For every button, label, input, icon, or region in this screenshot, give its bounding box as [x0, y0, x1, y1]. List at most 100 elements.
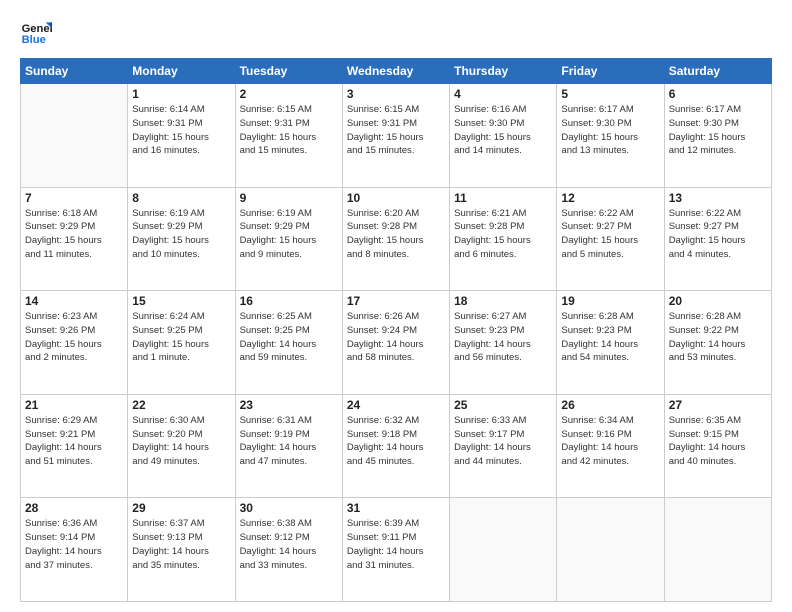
calendar-cell: 8 Sunrise: 6:19 AMSunset: 9:29 PMDaylight… [128, 187, 235, 291]
day-info: Sunrise: 6:15 AMSunset: 9:31 PMDaylight:… [347, 103, 445, 158]
day-number: 13 [669, 191, 767, 205]
day-number: 29 [132, 501, 230, 515]
calendar-cell [21, 84, 128, 188]
calendar-cell: 9 Sunrise: 6:19 AMSunset: 9:29 PMDaylight… [235, 187, 342, 291]
day-info: Sunrise: 6:32 AMSunset: 9:18 PMDaylight:… [347, 414, 445, 469]
day-info: Sunrise: 6:22 AMSunset: 9:27 PMDaylight:… [561, 207, 659, 262]
calendar-cell: 30Sunrise: 6:38 AMSunset: 9:12 PMDayligh… [235, 498, 342, 602]
day-number: 4 [454, 87, 552, 101]
day-number: 26 [561, 398, 659, 412]
day-number: 25 [454, 398, 552, 412]
weekday-header-tuesday: Tuesday [235, 59, 342, 84]
header: General Blue [20, 16, 772, 48]
day-number: 30 [240, 501, 338, 515]
day-info: Sunrise: 6:21 AMSunset: 9:28 PMDaylight:… [454, 207, 552, 262]
calendar-cell: 22 Sunrise: 6:30 AMSunset: 9:20 PMDayligh… [128, 394, 235, 498]
calendar-cell: 26 Sunrise: 6:34 AMSunset: 9:16 PMDayligh… [557, 394, 664, 498]
calendar-cell: 7 Sunrise: 6:18 AMSunset: 9:29 PMDaylight… [21, 187, 128, 291]
day-info: Sunrise: 6:33 AMSunset: 9:17 PMDaylight:… [454, 414, 552, 469]
day-info: Sunrise: 6:14 AMSunset: 9:31 PMDaylight:… [132, 103, 230, 158]
day-info: Sunrise: 6:35 AMSunset: 9:15 PMDaylight:… [669, 414, 767, 469]
calendar-cell: 19Sunrise: 6:28 AMSunset: 9:23 PMDayligh… [557, 291, 664, 395]
calendar-cell [664, 498, 771, 602]
calendar-cell: 27Sunrise: 6:35 AMSunset: 9:15 PMDayligh… [664, 394, 771, 498]
calendar-cell [450, 498, 557, 602]
day-info: Sunrise: 6:28 AMSunset: 9:23 PMDaylight:… [561, 310, 659, 365]
day-info: Sunrise: 6:26 AMSunset: 9:24 PMDaylight:… [347, 310, 445, 365]
day-number: 11 [454, 191, 552, 205]
day-info: Sunrise: 6:28 AMSunset: 9:22 PMDaylight:… [669, 310, 767, 365]
calendar-cell: 1 Sunrise: 6:14 AMSunset: 9:31 PMDaylight… [128, 84, 235, 188]
day-number: 21 [25, 398, 123, 412]
svg-text:General: General [22, 23, 52, 35]
day-number: 18 [454, 294, 552, 308]
calendar-cell: 13 Sunrise: 6:22 AMSunset: 9:27 PMDayligh… [664, 187, 771, 291]
logo-icon: General Blue [20, 16, 52, 48]
calendar-cell: 25 Sunrise: 6:33 AMSunset: 9:17 PMDayligh… [450, 394, 557, 498]
calendar-week-4: 28 Sunrise: 6:36 AMSunset: 9:14 PMDayligh… [21, 498, 772, 602]
day-info: Sunrise: 6:27 AMSunset: 9:23 PMDaylight:… [454, 310, 552, 365]
weekday-header-sunday: Sunday [21, 59, 128, 84]
day-number: 20 [669, 294, 767, 308]
day-number: 2 [240, 87, 338, 101]
page: General Blue SundayMondayTuesdayWednesda… [0, 0, 792, 612]
calendar-cell: 21 Sunrise: 6:29 AMSunset: 9:21 PMDayligh… [21, 394, 128, 498]
calendar-cell: 18 Sunrise: 6:27 AMSunset: 9:23 PMDayligh… [450, 291, 557, 395]
calendar-week-1: 7 Sunrise: 6:18 AMSunset: 9:29 PMDaylight… [21, 187, 772, 291]
calendar-table: SundayMondayTuesdayWednesdayThursdayFrid… [20, 58, 772, 602]
day-number: 10 [347, 191, 445, 205]
day-number: 22 [132, 398, 230, 412]
calendar-cell: 29 Sunrise: 6:37 AMSunset: 9:13 PMDayligh… [128, 498, 235, 602]
calendar-cell: 14Sunrise: 6:23 AMSunset: 9:26 PMDayligh… [21, 291, 128, 395]
weekday-header-thursday: Thursday [450, 59, 557, 84]
day-number: 24 [347, 398, 445, 412]
day-number: 9 [240, 191, 338, 205]
day-number: 16 [240, 294, 338, 308]
weekday-header-row: SundayMondayTuesdayWednesdayThursdayFrid… [21, 59, 772, 84]
calendar-cell: 31 Sunrise: 6:39 AMSunset: 9:11 PMDayligh… [342, 498, 449, 602]
day-number: 8 [132, 191, 230, 205]
day-info: Sunrise: 6:22 AMSunset: 9:27 PMDaylight:… [669, 207, 767, 262]
day-info: Sunrise: 6:34 AMSunset: 9:16 PMDaylight:… [561, 414, 659, 469]
calendar-cell: 16Sunrise: 6:25 AMSunset: 9:25 PMDayligh… [235, 291, 342, 395]
logo: General Blue [20, 16, 56, 48]
day-number: 23 [240, 398, 338, 412]
day-number: 31 [347, 501, 445, 515]
day-info: Sunrise: 6:39 AMSunset: 9:11 PMDaylight:… [347, 517, 445, 572]
svg-text:Blue: Blue [22, 34, 46, 46]
calendar-cell: 20 Sunrise: 6:28 AMSunset: 9:22 PMDayligh… [664, 291, 771, 395]
calendar-cell: 17 Sunrise: 6:26 AMSunset: 9:24 PMDayligh… [342, 291, 449, 395]
calendar-cell: 23 Sunrise: 6:31 AMSunset: 9:19 PMDayligh… [235, 394, 342, 498]
weekday-header-monday: Monday [128, 59, 235, 84]
day-number: 28 [25, 501, 123, 515]
day-number: 17 [347, 294, 445, 308]
day-number: 15 [132, 294, 230, 308]
day-info: Sunrise: 6:15 AMSunset: 9:31 PMDaylight:… [240, 103, 338, 158]
day-info: Sunrise: 6:17 AMSunset: 9:30 PMDaylight:… [669, 103, 767, 158]
day-info: Sunrise: 6:18 AMSunset: 9:29 PMDaylight:… [25, 207, 123, 262]
weekday-header-friday: Friday [557, 59, 664, 84]
calendar-cell: 3Sunrise: 6:15 AMSunset: 9:31 PMDaylight… [342, 84, 449, 188]
day-info: Sunrise: 6:19 AMSunset: 9:29 PMDaylight:… [240, 207, 338, 262]
calendar-cell [557, 498, 664, 602]
day-info: Sunrise: 6:17 AMSunset: 9:30 PMDaylight:… [561, 103, 659, 158]
calendar-cell: 2 Sunrise: 6:15 AMSunset: 9:31 PMDaylight… [235, 84, 342, 188]
calendar-week-2: 14Sunrise: 6:23 AMSunset: 9:26 PMDayligh… [21, 291, 772, 395]
day-number: 5 [561, 87, 659, 101]
calendar-cell: 24 Sunrise: 6:32 AMSunset: 9:18 PMDayligh… [342, 394, 449, 498]
day-info: Sunrise: 6:36 AMSunset: 9:14 PMDaylight:… [25, 517, 123, 572]
day-number: 1 [132, 87, 230, 101]
day-info: Sunrise: 6:20 AMSunset: 9:28 PMDaylight:… [347, 207, 445, 262]
calendar-cell: 6 Sunrise: 6:17 AMSunset: 9:30 PMDaylight… [664, 84, 771, 188]
day-number: 7 [25, 191, 123, 205]
day-number: 6 [669, 87, 767, 101]
calendar-cell: 10 Sunrise: 6:20 AMSunset: 9:28 PMDayligh… [342, 187, 449, 291]
day-info: Sunrise: 6:31 AMSunset: 9:19 PMDaylight:… [240, 414, 338, 469]
day-info: Sunrise: 6:30 AMSunset: 9:20 PMDaylight:… [132, 414, 230, 469]
calendar-cell: 4Sunrise: 6:16 AMSunset: 9:30 PMDaylight… [450, 84, 557, 188]
day-info: Sunrise: 6:29 AMSunset: 9:21 PMDaylight:… [25, 414, 123, 469]
calendar-week-0: 1 Sunrise: 6:14 AMSunset: 9:31 PMDaylight… [21, 84, 772, 188]
day-info: Sunrise: 6:19 AMSunset: 9:29 PMDaylight:… [132, 207, 230, 262]
day-number: 14 [25, 294, 123, 308]
day-info: Sunrise: 6:37 AMSunset: 9:13 PMDaylight:… [132, 517, 230, 572]
